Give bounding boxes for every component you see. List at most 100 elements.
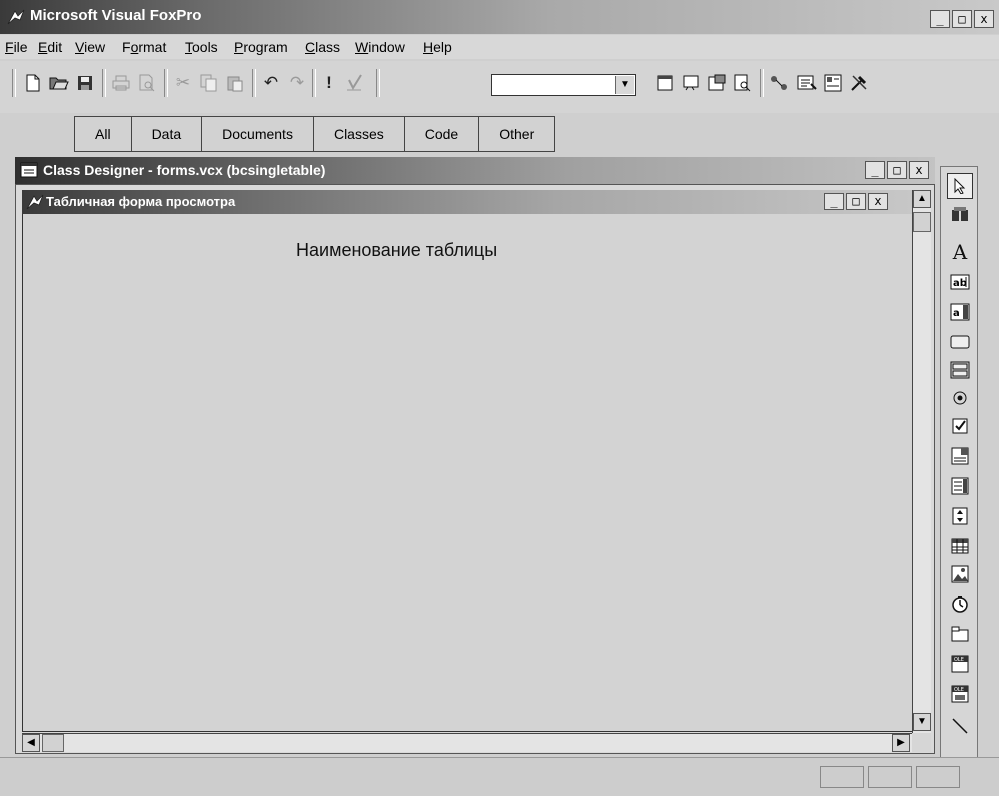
- toolbar-separator: [252, 69, 256, 97]
- ole-container-icon[interactable]: OLE: [947, 651, 973, 677]
- foxpro-form-icon: [26, 194, 44, 210]
- horizontal-scroll-thumb[interactable]: [42, 734, 64, 752]
- image-control-icon[interactable]: [947, 561, 973, 587]
- chevron-down-icon[interactable]: ▼: [615, 76, 634, 94]
- menu-help[interactable]: Help: [423, 39, 452, 55]
- menu-bar: File Edit View Format Tools Program Clas…: [0, 35, 999, 59]
- scroll-up-icon[interactable]: ▲: [913, 190, 931, 208]
- scroll-right-icon[interactable]: ▶: [892, 734, 910, 752]
- spinner-control-icon[interactable]: [947, 503, 973, 529]
- component-tabs: All Data Documents Classes Code Other: [74, 116, 556, 152]
- paste-icon[interactable]: [222, 70, 248, 96]
- menu-program[interactable]: Program: [234, 39, 288, 55]
- command-group-icon[interactable]: [947, 357, 973, 383]
- view-classes-icon[interactable]: [947, 201, 973, 227]
- app-close-button[interactable]: x: [974, 10, 994, 28]
- toolbar-separator: [376, 69, 380, 97]
- size-grip-icon[interactable]: [912, 733, 931, 752]
- app-minimize-button[interactable]: _: [930, 10, 950, 28]
- timer-control-icon[interactable]: [947, 591, 973, 617]
- svg-text:OLE: OLE: [954, 687, 964, 693]
- menu-view[interactable]: View: [75, 39, 105, 55]
- editbox-control-icon[interactable]: a: [947, 299, 973, 325]
- open-icon[interactable]: [46, 70, 72, 96]
- form-controls-toolbar: A ab a OLE OLE: [940, 166, 978, 758]
- toolbar-separator: [164, 69, 168, 97]
- form-title-bar: Табличная форма просмотра _ □ x: [22, 190, 912, 214]
- new-icon[interactable]: [20, 70, 46, 96]
- tab-code[interactable]: Code: [403, 116, 479, 152]
- pageframe-control-icon[interactable]: [947, 621, 973, 647]
- print-preview-icon[interactable]: [134, 70, 160, 96]
- menu-class[interactable]: Class: [305, 39, 340, 55]
- vertical-scroll-thumb[interactable]: [913, 212, 931, 232]
- form-minimize-button[interactable]: _: [824, 193, 844, 210]
- toolbar-separator: [102, 69, 106, 97]
- tab-data[interactable]: Data: [130, 116, 202, 152]
- svg-text:ab: ab: [953, 278, 967, 289]
- properties-icon[interactable]: [704, 70, 730, 96]
- status-panel: [916, 766, 960, 788]
- scroll-left-icon[interactable]: ◀: [22, 734, 40, 752]
- report-icon[interactable]: [678, 70, 704, 96]
- redo-icon[interactable]: ↷: [284, 70, 310, 96]
- tab-documents[interactable]: Documents: [201, 116, 313, 152]
- preview-icon[interactable]: [730, 70, 756, 96]
- form-maximize-button[interactable]: □: [846, 193, 866, 210]
- form-controls-icon[interactable]: [820, 70, 846, 96]
- status-bar: [0, 757, 999, 796]
- class-designer-close-button[interactable]: x: [909, 161, 929, 179]
- line-control-icon[interactable]: [947, 713, 973, 739]
- form-icon[interactable]: [652, 70, 678, 96]
- checkbox-control-icon[interactable]: [947, 413, 973, 439]
- builder-icon[interactable]: [846, 70, 872, 96]
- standard-toolbar: ✂ ↶ ↷ ! ▼: [0, 61, 999, 113]
- form-close-button[interactable]: x: [868, 193, 888, 210]
- ole-bound-control-icon[interactable]: OLE: [947, 681, 973, 707]
- print-icon[interactable]: [108, 70, 134, 96]
- tab-classes[interactable]: Classes: [312, 116, 404, 152]
- listbox-control-icon[interactable]: [947, 473, 973, 499]
- run-icon[interactable]: !: [316, 70, 342, 96]
- svg-text:a: a: [953, 308, 960, 319]
- undo-icon[interactable]: ↶: [258, 70, 284, 96]
- save-icon[interactable]: [72, 70, 98, 96]
- modify-form-icon[interactable]: [342, 70, 368, 96]
- app-title-bar: Microsoft Visual FoxPro _ □ x: [0, 0, 999, 34]
- data-environment-icon[interactable]: [766, 70, 792, 96]
- pointer-icon[interactable]: [947, 173, 973, 199]
- combobox-control-icon[interactable]: [947, 443, 973, 469]
- form-canvas[interactable]: [22, 214, 912, 732]
- toolbar-separator: [760, 69, 764, 97]
- menu-window[interactable]: Window: [355, 39, 405, 55]
- textbox-control-icon[interactable]: ab: [947, 269, 973, 295]
- class-designer-maximize-button[interactable]: □: [887, 161, 907, 179]
- form-title: Табличная форма просмотра: [46, 194, 236, 209]
- tab-all[interactable]: All: [74, 116, 131, 152]
- label-control-icon[interactable]: A: [947, 239, 973, 265]
- menu-tools[interactable]: Tools: [185, 39, 218, 55]
- class-designer-title: Class Designer - forms.vcx (bcsingletabl…: [43, 162, 326, 178]
- menu-format[interactable]: Format: [122, 39, 166, 55]
- app-maximize-button[interactable]: □: [952, 10, 972, 28]
- menu-edit[interactable]: Edit: [38, 39, 62, 55]
- grid-control-icon[interactable]: [947, 533, 973, 559]
- cut-icon[interactable]: ✂: [170, 70, 196, 96]
- tab-other[interactable]: Other: [478, 116, 556, 152]
- foxpro-app-icon: [7, 9, 25, 25]
- toolbar-combo[interactable]: ▼: [491, 74, 636, 96]
- class-designer-minimize-button[interactable]: _: [865, 161, 885, 179]
- vertical-scrollbar[interactable]: ▲ ▼: [912, 190, 931, 733]
- code-icon[interactable]: [794, 70, 820, 96]
- scroll-down-icon[interactable]: ▼: [913, 713, 931, 731]
- class-designer-title-bar: Class Designer - forms.vcx (bcsingletabl…: [15, 157, 935, 184]
- class-designer-icon: [20, 162, 38, 178]
- table-name-label[interactable]: Наименование таблицы: [296, 240, 497, 261]
- status-panel: [820, 766, 864, 788]
- command-button-icon[interactable]: [947, 329, 973, 355]
- menu-file[interactable]: File: [5, 39, 28, 55]
- svg-text:OLE: OLE: [954, 657, 964, 663]
- copy-icon[interactable]: [196, 70, 222, 96]
- option-group-icon[interactable]: [947, 385, 973, 411]
- horizontal-scrollbar[interactable]: ◀ ▶: [22, 733, 912, 752]
